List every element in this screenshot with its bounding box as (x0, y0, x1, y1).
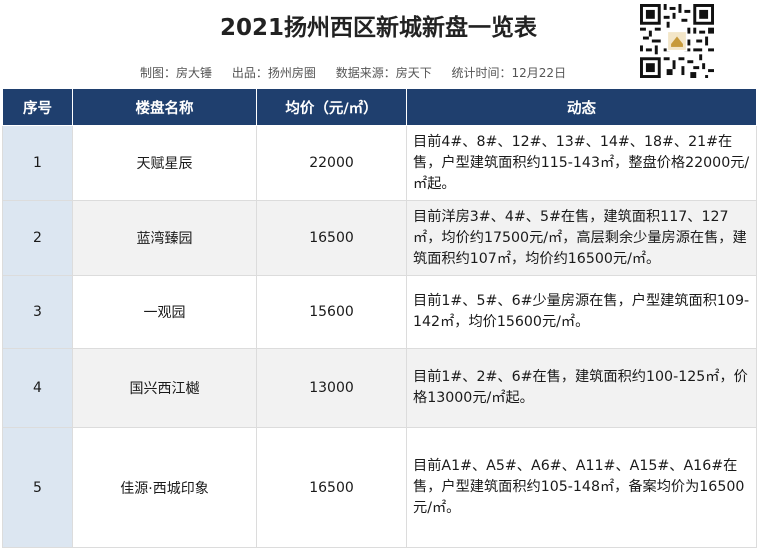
row-name: 蓝湾臻园 (72, 200, 257, 276)
row-no: 1 (2, 125, 73, 201)
header-no: 序号 (2, 88, 73, 126)
qr-code-icon (640, 4, 714, 78)
row-name: 国兴西江樾 (72, 348, 257, 428)
meta-produced-by: 出品：扬州房圈 (231, 66, 316, 80)
row-name: 一观园 (72, 275, 257, 349)
row-name: 天赋星辰 (72, 125, 257, 201)
listing-table: 序号 楼盘名称 均价（元/㎡） 动态 1 天赋星辰 22000 目前4#、8#、… (2, 88, 757, 548)
row-price: 16500 (256, 200, 407, 276)
table-row: 3 一观园 15600 目前1#、5#、6#少量房源在售，户型建筑面积109-1… (2, 275, 757, 349)
header-price: 均价（元/㎡） (256, 88, 407, 126)
row-price: 13000 (256, 348, 407, 428)
meta-made-by: 制图：房大锤 (140, 66, 213, 80)
row-no: 5 (2, 427, 73, 548)
header-name: 楼盘名称 (72, 88, 257, 126)
meta-source: 数据来源：房天下 (335, 66, 432, 80)
row-name: 佳源·西城印象 (72, 427, 257, 548)
meta-line: 制图：房大锤 出品：扬州房圈 数据来源：房天下 统计时间：12月22日 (140, 64, 582, 81)
table-row: 5 佳源·西城印象 16500 目前A1#、A5#、A6#、A11#、A15#、… (2, 427, 757, 548)
row-price: 16500 (256, 427, 407, 548)
row-no: 2 (2, 200, 73, 276)
row-news: 目前1#、2#、6#在售，建筑面积约100-125㎡，价格13000元/㎡起。 (406, 348, 757, 428)
row-news: 目前4#、8#、12#、13#、14#、18#、21#在售，户型建筑面积约115… (406, 125, 757, 201)
row-price: 15600 (256, 275, 407, 349)
table-row: 1 天赋星辰 22000 目前4#、8#、12#、13#、14#、18#、21#… (2, 125, 757, 201)
table-header-row: 序号 楼盘名称 均价（元/㎡） 动态 (2, 88, 757, 126)
row-news: 目前洋房3#、4#、5#在售，建筑面积117、127㎡，均价约17500元/㎡，… (406, 200, 757, 276)
table-row: 4 国兴西江樾 13000 目前1#、2#、6#在售，建筑面积约100-125㎡… (2, 348, 757, 428)
header-news: 动态 (406, 88, 757, 126)
row-news: 目前A1#、A5#、A6#、A11#、A15#、A16#在售，户型建筑面积约10… (406, 427, 757, 548)
row-price: 22000 (256, 125, 407, 201)
table-row: 2 蓝湾臻园 16500 目前洋房3#、4#、5#在售，建筑面积117、127㎡… (2, 200, 757, 276)
meta-stat-time: 统计时间：12月22日 (451, 66, 567, 80)
row-no: 3 (2, 275, 73, 349)
row-no: 4 (2, 348, 73, 428)
row-news: 目前1#、5#、6#少量房源在售，户型建筑面积109-142㎡，均价15600元… (406, 275, 757, 349)
